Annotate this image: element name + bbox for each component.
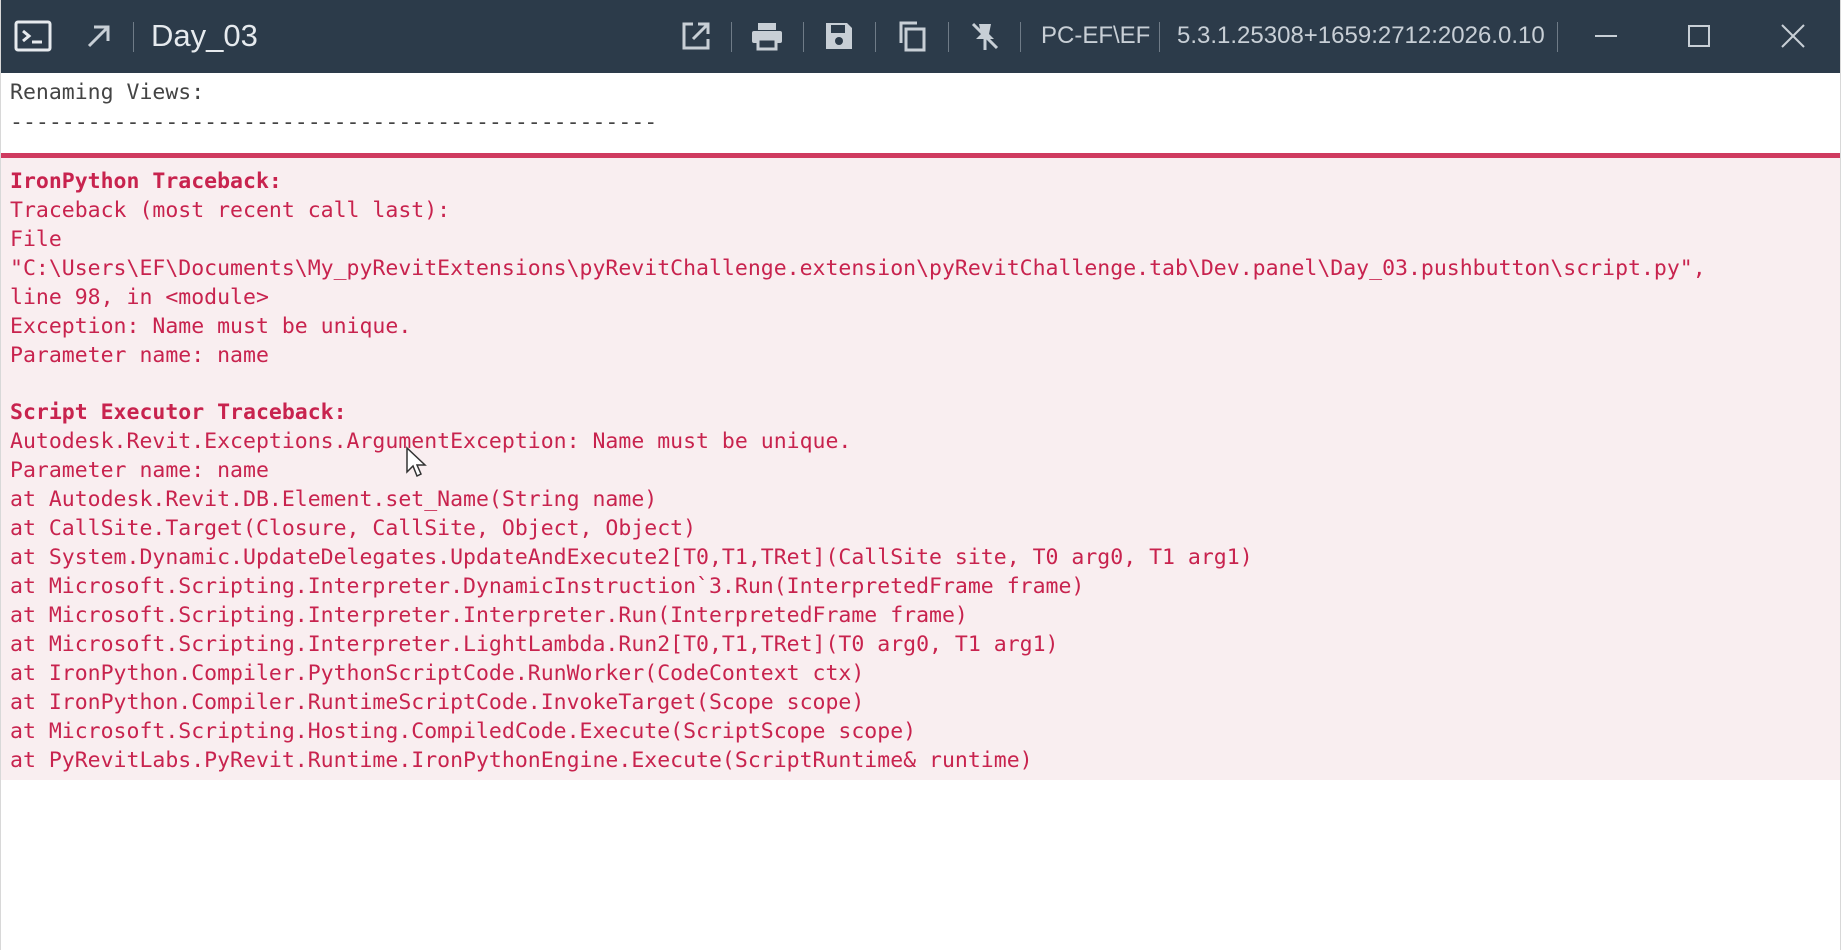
executor-line: at IronPython.Compiler.RuntimeScriptCode… [10,690,865,715]
separator [1557,22,1558,52]
close-icon[interactable] [1768,14,1818,58]
minimize-icon[interactable] [1581,14,1631,58]
separator [803,22,804,52]
ironpython-traceback-title: IronPython Traceback: [10,169,282,194]
traceback-line: Exception: Name must be unique. [10,314,412,339]
executor-line: at IronPython.Compiler.PythonScriptCode.… [10,661,865,686]
traceback-line: line 98, in <module> [10,285,269,310]
error-block[interactable]: IronPython Traceback: Traceback (most re… [1,153,1840,780]
separator [731,22,732,52]
debug-off-icon[interactable] [963,14,1007,58]
maximize-icon[interactable] [1674,14,1724,58]
executor-line: Parameter name: name [10,458,269,483]
copy-icon[interactable] [890,14,934,58]
executor-line: at PyRevitLabs.PyRevit.Runtime.IronPytho… [10,748,1033,773]
executor-line: at Microsoft.Scripting.Interpreter.Dynam… [10,574,1085,599]
separator [1020,22,1021,52]
output-window: Day_03 PC-EF\EF 5.3.1.25308+1659:2712:20… [0,0,1841,950]
traceback-line: Traceback (most recent call last): [10,198,451,223]
traceback-line: Parameter name: name [10,343,269,368]
output-header: Renaming Views: ------------------------… [10,73,658,135]
window-title: Day_03 [151,18,258,53]
executor-line: at Microsoft.Scripting.Hosting.CompiledC… [10,719,917,744]
title-bar[interactable]: Day_03 PC-EF\EF 5.3.1.25308+1659:2712:20… [1,0,1840,73]
separator [948,22,949,52]
executor-line: at Microsoft.Scripting.Interpreter.Light… [10,632,1059,657]
console-icon[interactable] [11,14,55,58]
traceback-file-path: "C:\Users\EF\Documents\My_pyRevitExtensi… [10,256,1706,281]
version-label: 5.3.1.25308+1659:2712:2026.0.10 [1177,22,1545,49]
mouse-cursor-icon [405,446,427,484]
executor-line: at Autodesk.Revit.DB.Element.set_Name(St… [10,487,658,512]
machine-label: PC-EF\EF [1041,22,1151,49]
printer-icon[interactable] [745,14,789,58]
traceback-line: File [10,227,62,252]
executor-traceback-title: Script Executor Traceback: [10,400,347,425]
arrow-up-right-icon[interactable] [77,14,121,58]
executor-line: at CallSite.Target(Closure, CallSite, Ob… [10,516,697,541]
executor-line: at Microsoft.Scripting.Interpreter.Inter… [10,603,968,628]
separator [1159,22,1160,52]
open-external-icon[interactable] [674,14,718,58]
output-content[interactable]: Renaming Views: ------------------------… [1,73,1840,950]
separator [133,22,134,52]
output-heading: Renaming Views: [10,80,205,105]
executor-line: at System.Dynamic.UpdateDelegates.Update… [10,545,1253,570]
save-icon[interactable] [817,14,861,58]
executor-line: Autodesk.Revit.Exceptions.ArgumentExcept… [10,429,852,454]
separator [875,22,876,52]
output-divider: ----------------------------------------… [10,110,658,135]
